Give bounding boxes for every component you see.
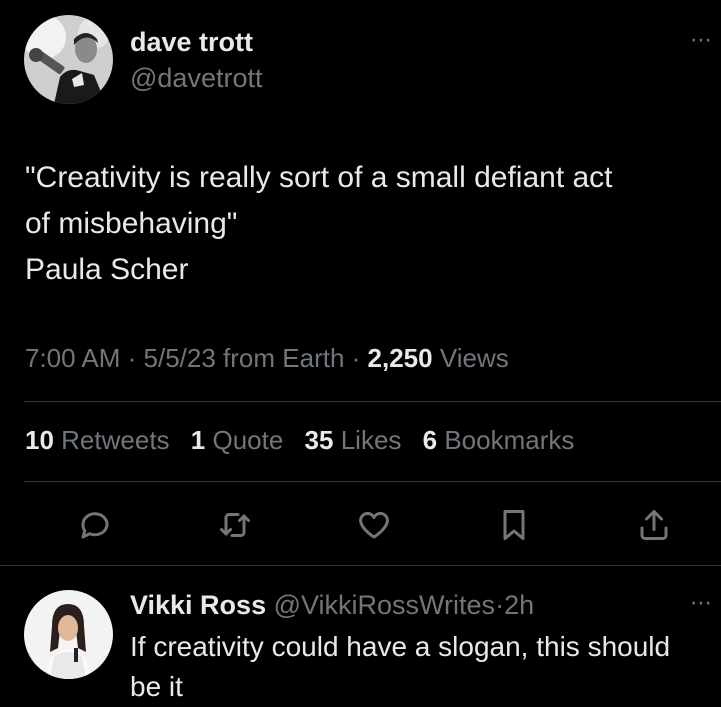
quotes-label: Quote bbox=[212, 425, 284, 455]
reply-button[interactable] bbox=[75, 505, 115, 545]
reply-text-line: If creativity could have a slogan, this … bbox=[130, 631, 671, 662]
bookmarks-stat[interactable]: 6 Bookmarks bbox=[423, 425, 575, 455]
retweet-button[interactable] bbox=[215, 505, 255, 545]
bookmarks-count: 6 bbox=[422, 425, 438, 455]
likes-stat[interactable]: 35 Likes bbox=[305, 425, 402, 455]
reply-author-name[interactable]: Vikki Ross bbox=[130, 590, 266, 620]
likes-label: Likes bbox=[340, 425, 402, 455]
reply-author-handle[interactable]: @VikkiRossWrites bbox=[274, 590, 495, 620]
tweet-text-line: Paula Scher bbox=[25, 253, 189, 286]
views-count: 2,250 bbox=[367, 343, 433, 373]
tweet-meta: 7:00 AM · 5/5/23 from Earth · 2,250 View… bbox=[25, 343, 509, 374]
divider bbox=[24, 481, 721, 482]
quotes-count: 1 bbox=[190, 425, 206, 455]
action-bar bbox=[0, 505, 721, 545]
author-name[interactable]: dave trott bbox=[130, 27, 253, 58]
reply-separator: · bbox=[495, 590, 505, 620]
section-divider bbox=[0, 565, 721, 566]
likes-count: 35 bbox=[304, 425, 334, 455]
meta-separator: · bbox=[120, 343, 144, 373]
reply-more-options-icon[interactable]: ⋯ bbox=[690, 590, 713, 616]
views-label: Views bbox=[439, 343, 509, 373]
tweet-text-line: "Creativity is really sort of a small de… bbox=[25, 161, 613, 194]
bookmark-icon bbox=[503, 510, 525, 540]
reply-time[interactable]: 2h bbox=[504, 590, 534, 620]
reply-text-line: be it bbox=[130, 671, 183, 702]
tweet-source: from Earth bbox=[223, 343, 345, 373]
meta-separator: · bbox=[344, 343, 368, 373]
like-icon bbox=[359, 511, 389, 539]
bookmark-button[interactable] bbox=[494, 505, 534, 545]
reply-header: Vikki Ross @VikkiRossWrites·2h bbox=[130, 590, 534, 621]
share-icon bbox=[640, 510, 668, 540]
tweet-time[interactable]: 7:00 AM bbox=[25, 343, 120, 373]
author-handle[interactable]: @davetrott bbox=[130, 63, 262, 94]
reply-icon bbox=[81, 512, 109, 539]
tweet-date[interactable]: 5/5/23 bbox=[144, 343, 216, 373]
reply-text: If creativity could have a slogan, this … bbox=[130, 627, 715, 707]
divider bbox=[24, 401, 721, 402]
like-button[interactable] bbox=[354, 505, 394, 545]
retweets-label: Retweets bbox=[61, 425, 170, 455]
tweet-stats: 10 Retweets 1 Quote 35 Likes 6 Bookmarks bbox=[25, 425, 588, 456]
quotes-stat[interactable]: 1 Quote bbox=[191, 425, 284, 455]
more-options-icon[interactable]: ⋯ bbox=[690, 27, 713, 53]
share-button[interactable] bbox=[634, 505, 674, 545]
reply-author-avatar[interactable] bbox=[24, 590, 113, 679]
retweets-count: 10 bbox=[25, 425, 54, 455]
tweet-text: "Creativity is really sort of a small de… bbox=[25, 155, 715, 293]
author-avatar[interactable] bbox=[24, 15, 113, 104]
retweet-icon bbox=[220, 513, 250, 537]
bookmarks-label: Bookmarks bbox=[444, 425, 575, 455]
retweets-stat[interactable]: 10 Retweets bbox=[25, 425, 170, 455]
tweet-text-line: of misbehaving" bbox=[25, 207, 238, 240]
